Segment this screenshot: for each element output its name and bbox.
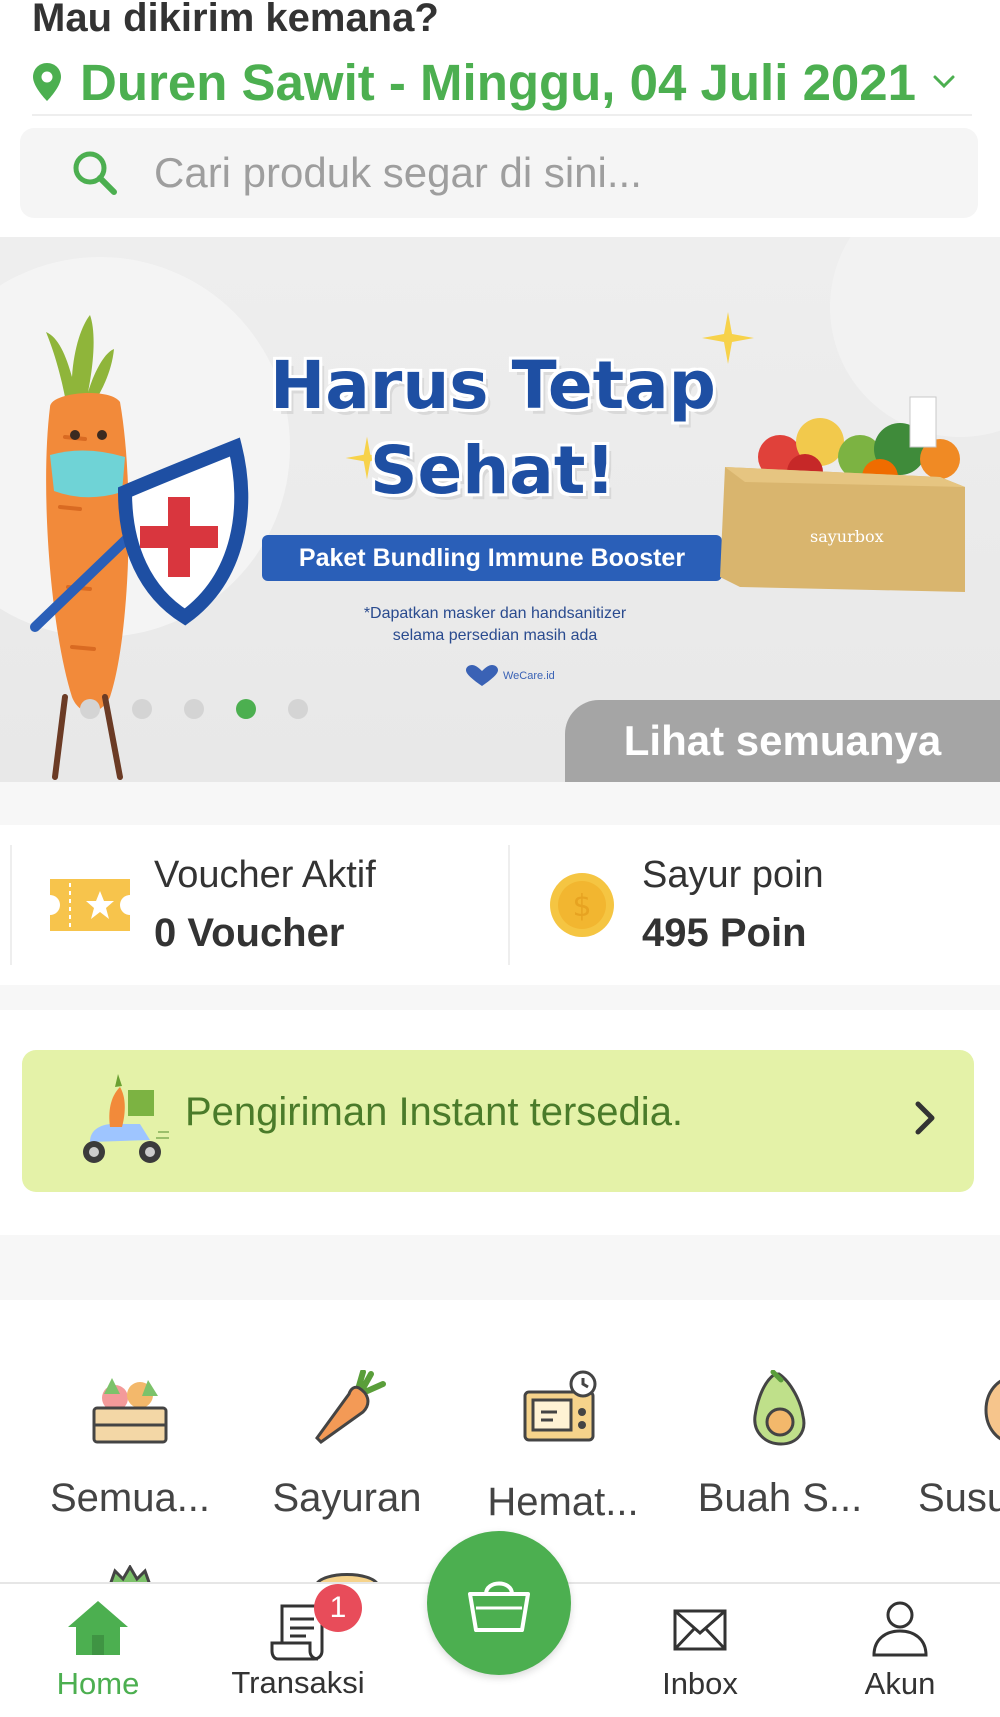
banner-title: Harus Tetap (270, 347, 716, 424)
promo-banner[interactable]: Harus Tetap Sehat! Paket Bundling Immune… (0, 237, 1000, 782)
heart-icon (466, 665, 498, 686)
delivery-question: Mau dikirim kemana? (32, 0, 439, 40)
voucher-label: Voucher Aktif (154, 854, 376, 896)
points-label: Sayur poin (642, 854, 824, 896)
carousel-dot-active[interactable] (236, 699, 256, 719)
banner-note-line: *Dapatkan masker dan handsanitizer (363, 605, 627, 622)
scooter-courier-icon (83, 1074, 169, 1163)
carrot-icon (315, 1370, 386, 1444)
instant-delivery-text: Pengiriman Instant tersedia. (185, 1090, 684, 1134)
section-divider (0, 985, 1000, 1010)
points-value: 495 Poin (642, 911, 807, 955)
produce-box-illustration: sayurbox (720, 396, 965, 592)
banner-note-line: selama persedian masih ada (392, 627, 598, 644)
category-label: Semua... (49, 1476, 211, 1520)
carousel-dot[interactable] (80, 699, 100, 719)
nav-home-label: Home (56, 1666, 140, 1701)
carousel-dot[interactable] (184, 699, 204, 719)
wecare-logo: WeCare.id (465, 665, 555, 687)
category-semua[interactable]: Semua... (25, 1370, 235, 1521)
carousel-dot[interactable] (288, 699, 308, 719)
nav-home[interactable]: Home (8, 1599, 188, 1702)
header: Mau dikirim kemana? Duren Sawit - Minggu… (0, 0, 1000, 235)
nav-akun[interactable]: Akun (810, 1599, 990, 1702)
location-text: Duren Sawit - Minggu, 04 Juli 2021 (80, 53, 917, 111)
nav-inbox[interactable]: Inbox (610, 1599, 790, 1702)
see-all-button[interactable]: Lihat semuanya (565, 700, 1000, 782)
coin-icon: $ (550, 873, 614, 937)
category-label: Sayuran (272, 1476, 422, 1520)
cart-button[interactable] (427, 1531, 571, 1675)
category-buah[interactable]: Buah S... (675, 1370, 885, 1521)
category-label: Hemat... (487, 1480, 639, 1524)
points-card[interactable]: $ Sayur poin 495 Poin (512, 845, 1000, 965)
box-brand: sayurbox (810, 527, 884, 546)
chevron-down-icon (933, 75, 955, 89)
instant-delivery-banner[interactable]: Pengiriman Instant tersedia. (22, 1050, 974, 1192)
carousel-dot[interactable] (132, 699, 152, 719)
microwave-timer-icon (523, 1370, 597, 1442)
category-label: Susu (918, 1476, 1000, 1520)
category-susu[interactable]: Susu (892, 1370, 1000, 1521)
category-label: Buah S... (697, 1476, 863, 1520)
shopping-bag-icon (468, 1581, 530, 1632)
nav-inbox-label: Inbox (662, 1666, 738, 1701)
wecare-logo-text: WeCare.id (503, 670, 555, 682)
section-divider (0, 782, 1000, 825)
location-selector[interactable]: Duren Sawit - Minggu, 04 Juli 2021 (32, 50, 972, 116)
search-icon (73, 151, 117, 195)
banner-pill: Paket Bundling Immune Booster (262, 535, 722, 581)
category-hemat[interactable]: Hemat... (458, 1370, 668, 1525)
mail-icon (673, 1609, 727, 1651)
voucher-ticket-icon (50, 879, 130, 931)
banner-title-second-line: Sehat! (370, 432, 616, 509)
banner-note: *Dapatkan masker dan handsanitizer selam… (300, 603, 690, 647)
user-icon (872, 1601, 928, 1657)
search-bar[interactable]: Cari produk segar di sini... (20, 128, 978, 218)
location-pin-icon (33, 63, 61, 101)
notification-badge: 1 (314, 1584, 362, 1632)
svg-text:$: $ (572, 889, 591, 924)
avocado-icon (753, 1370, 806, 1446)
home-icon (68, 1601, 128, 1655)
voucher-value: 0 Voucher (154, 911, 345, 955)
search-input[interactable]: Cari produk segar di sini... (154, 149, 642, 197)
produce-crate-icon (92, 1378, 168, 1444)
chevron-right-icon (915, 1101, 935, 1135)
category-sayuran[interactable]: Sayuran (242, 1370, 452, 1521)
rewards-section: Voucher Aktif 0 Voucher $ Sayur poin 495… (0, 825, 1000, 985)
voucher-card[interactable]: Voucher Aktif 0 Voucher (10, 845, 510, 965)
carousel-indicators[interactable] (80, 699, 308, 719)
nav-transaksi-label: Transaksi (231, 1665, 365, 1700)
nav-akun-label: Akun (864, 1666, 936, 1701)
egg-icon (984, 1379, 1000, 1441)
nav-transaksi[interactable]: 1 Transaksi (208, 1584, 388, 1701)
section-divider (0, 1235, 1000, 1300)
